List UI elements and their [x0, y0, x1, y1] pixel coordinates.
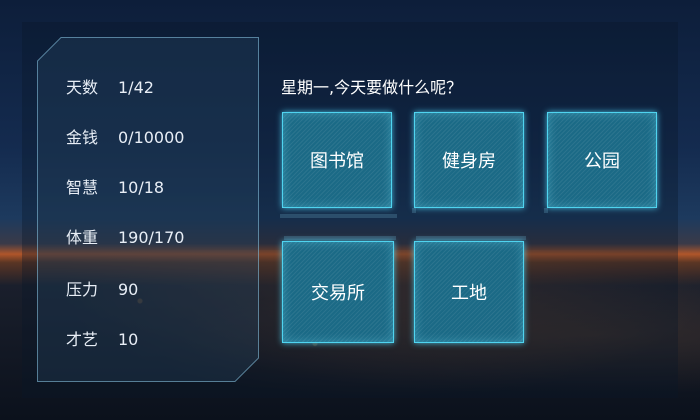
- stat-days: 天数 1/42: [66, 76, 154, 100]
- button-shadow: [416, 236, 526, 240]
- stat-talent-label: 才艺: [66, 330, 99, 349]
- stat-talent: 才艺 10: [66, 328, 138, 352]
- stat-weight: 体重 190/170: [66, 226, 184, 250]
- day-prompt: 星期一,今天要做什么呢？: [281, 78, 463, 97]
- button-shadow: [544, 208, 548, 213]
- exchange-button[interactable]: 交易所: [282, 241, 394, 343]
- button-shadow: [412, 208, 416, 213]
- construction-site-button[interactable]: 工地: [414, 241, 524, 343]
- stat-days-value: 1/42: [118, 78, 154, 97]
- library-button[interactable]: 图书馆: [282, 112, 392, 208]
- stat-weight-value: 190/170: [118, 228, 185, 247]
- stat-talent-value: 10: [118, 330, 139, 349]
- stat-wisdom: 智慧 10/18: [66, 176, 164, 200]
- stat-stress-label: 压力: [66, 280, 99, 299]
- stat-wisdom-label: 智慧: [66, 178, 99, 197]
- stat-weight-label: 体重: [66, 228, 99, 247]
- gym-button[interactable]: 健身房: [414, 112, 524, 208]
- stat-money-value: 0/10000: [118, 128, 185, 147]
- button-shadow: [284, 236, 396, 240]
- button-shadow: [280, 214, 397, 218]
- park-button[interactable]: 公园: [547, 112, 657, 208]
- stat-money-label: 金钱: [66, 128, 99, 147]
- stat-stress: 压力 90: [66, 278, 138, 302]
- stat-days-label: 天数: [66, 78, 99, 97]
- stat-wisdom-value: 10/18: [118, 178, 165, 197]
- stat-money: 金钱 0/10000: [66, 126, 184, 150]
- stat-stress-value: 90: [118, 280, 139, 299]
